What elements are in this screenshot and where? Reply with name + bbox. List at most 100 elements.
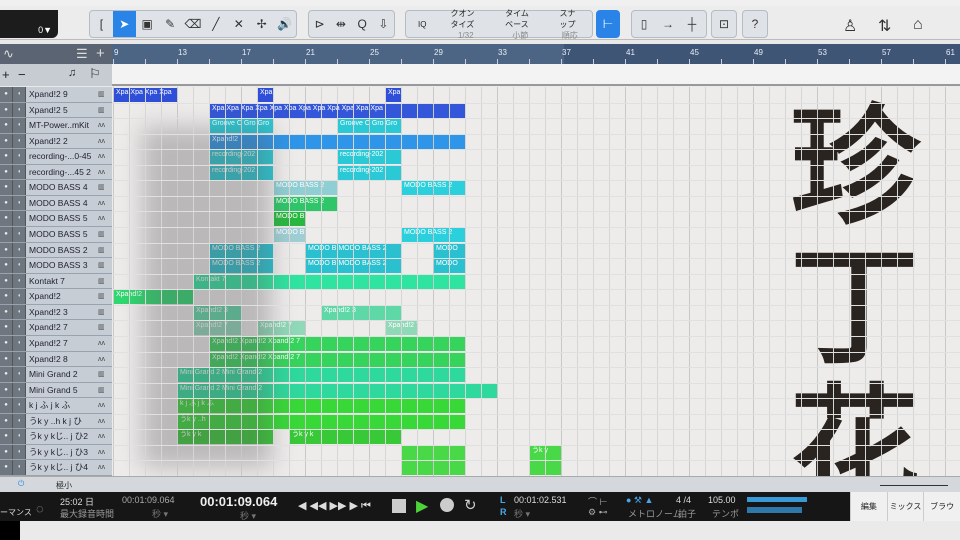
record-arm-button[interactable]: ● [0,258,13,273]
timebase-select[interactable]: タイムベース 小節 [493,8,547,41]
track-row[interactable]: ● ◖ recording-...0-45 ʌʌ [0,149,112,165]
monitor-button[interactable]: ◖ [13,195,26,211]
track-name[interactable]: recording-...45 2 [26,164,98,180]
monitor-button[interactable]: ◖ [13,382,26,398]
record-arm-button[interactable]: ● [0,149,13,164]
track-row[interactable]: ● ◖ MODO BASS 5 ʌʌ [0,211,112,228]
iq-button[interactable]: IQ [406,19,438,30]
snap-toggle[interactable]: ⊢ [596,10,620,38]
record-arm-button[interactable]: ● [0,118,13,133]
monitor-button[interactable]: ◖ [13,320,26,335]
monitor-button[interactable]: ◖ [13,335,26,351]
loop-button[interactable]: ↻ [464,496,477,514]
track-name[interactable]: Xpand!2 2 [26,133,98,149]
track-row[interactable]: ● ◖ うk y ..h k j ひ ʌʌ [0,413,112,430]
monitor-button[interactable]: ◖ [13,460,26,475]
record-arm-button[interactable]: ● [0,164,13,180]
track-row[interactable]: ● ◖ recording-...45 2 ʌʌ [0,164,112,181]
eraser-tool-icon[interactable]: ⌫ [182,11,205,37]
track-row[interactable]: ● ◖ Xpand!2 3 ▥ [0,304,112,321]
timeline-ruler[interactable]: 9 13 17 21 25 29 33 37 41 45 49 53 57 61 [112,44,960,64]
monitor-button[interactable]: ◖ [13,118,26,133]
record-arm-button[interactable]: ● [0,242,13,258]
quantize-select[interactable]: クオンタイズ 1/32 [438,8,493,41]
listen-tool-icon[interactable]: 🔊 [273,11,296,37]
record-arm-button[interactable]: ● [0,133,13,149]
record-arm-button[interactable]: ● [0,413,13,429]
snapshot-button[interactable]: ⊡ [711,10,737,38]
track-name[interactable]: Xpand!2 9 [26,87,98,102]
track-name[interactable]: Mini Grand 5 [26,382,98,398]
track-name[interactable]: recording-...0-45 [26,149,98,164]
quantize-icon[interactable]: Q [352,11,373,37]
monitor-button[interactable]: ◖ [13,413,26,429]
track-name[interactable]: Xpand!2 [26,289,98,304]
monitor-button[interactable]: ◖ [13,211,26,227]
track-row[interactable]: ● ◖ Xpand!2 8 ʌʌ [0,351,112,368]
track-name[interactable]: MT-Power..mKit [26,118,98,133]
mute-tool-icon[interactable]: ✕ [227,11,250,37]
track-name[interactable]: k j ふ j k ふ [26,398,98,413]
track-name[interactable]: Xpand!2 7 [26,320,98,335]
transient-icon[interactable]: ⊳ [309,11,330,37]
track-row[interactable]: ● ◖ うk y kじ.. j ひ4 ʌʌ [0,460,112,476]
monitor-button[interactable]: ◖ [13,429,26,444]
track-name[interactable]: MODO BASS 4 [26,195,98,211]
track-row[interactable]: ● ◖ Xpand!2 5 ▥ [0,102,112,119]
help-button[interactable]: ? [742,10,768,38]
bracket-tool[interactable]: [ [90,11,113,37]
main-time-display[interactable]: 00:01:09.064 [200,494,277,509]
monitor-button[interactable]: ◖ [13,180,26,195]
track-name[interactable]: うk y kじ.. j ひ2 [26,429,98,444]
user-icon[interactable]: ♙ [843,16,857,36]
track-name[interactable]: Kontakt 7 [26,273,98,289]
record-arm-button[interactable]: ● [0,444,13,460]
record-arm-button[interactable]: ● [0,211,13,227]
record-button[interactable] [440,498,454,512]
monitor-button[interactable]: ◖ [13,351,26,367]
track-row[interactable]: ● ◖ MODO BASS 4 ʌʌ [0,195,112,212]
monitor-button[interactable]: ◖ [13,444,26,460]
record-arm-button[interactable]: ● [0,195,13,211]
add-track-icon[interactable]: + [96,45,105,62]
stop-button[interactable] [392,499,406,513]
record-arm-button[interactable]: ● [0,460,13,475]
track-row[interactable]: ● ◖ MODO BASS 5 ▥ [0,227,112,243]
track-name[interactable]: うk y kじ.. j ひ4 [26,460,98,475]
track-name[interactable]: うk y ..h k j ひ [26,413,98,429]
track-row[interactable]: ● ◖ Kontakt 7 ▥ [0,273,112,290]
track-name[interactable]: Xpand!2 3 [26,304,98,320]
bend-tool-icon[interactable]: ✢ [250,11,273,37]
track-row[interactable]: ● ◖ Xpand!2 2 ʌʌ [0,133,112,150]
record-arm-button[interactable]: ● [0,320,13,335]
monitor-button[interactable]: ◖ [13,258,26,273]
note-icon[interactable]: ♫ [68,67,76,79]
track-row[interactable]: ● ◖ MT-Power..mKit ʌʌ [0,118,112,134]
autoscroll-icon[interactable]: ⇩ [373,11,394,37]
arrow-tool-icon[interactable]: ➤ [112,11,136,37]
monitor-button[interactable]: ◖ [13,289,26,304]
tab-edit[interactable]: 編集 [850,492,887,521]
flag-icon[interactable]: ⚐ [89,66,101,82]
track-row[interactable]: ● ◖ うk y kじ.. j ひ3 ʌʌ [0,444,112,461]
record-arm-button[interactable]: ● [0,335,13,351]
track-row[interactable]: ● ◖ Xpand!2 9 ▥ [0,87,112,103]
track-name[interactable]: Xpand!2 8 [26,351,98,367]
remove-marker-icon[interactable]: − [18,67,26,82]
track-row[interactable]: ● ◖ Mini Grand 2 ▥ [0,367,112,383]
event-clip[interactable]: Xpand!2 3 [321,305,401,320]
record-arm-button[interactable]: ● [0,351,13,367]
monitor-button[interactable]: ◖ [13,227,26,242]
power-icon[interactable]: ⏻ [18,479,24,489]
event-clip[interactable]: Xpa [385,88,401,102]
metronome-toggle[interactable]: ● ⚒ ▲ [626,495,653,506]
record-arm-button[interactable]: ● [0,367,13,382]
monitor-button[interactable]: ◖ [13,164,26,180]
zoom-slider[interactable] [880,485,948,486]
track-name[interactable]: Mini Grand 2 [26,367,98,382]
record-arm-button[interactable]: ● [0,102,13,118]
track-name[interactable]: MODO BASS 5 [26,227,98,242]
record-arm-button[interactable]: ● [0,273,13,289]
event-clip[interactable]: Xpa [257,88,273,102]
track-row[interactable]: ● ◖ k j ふ j k ふ ʌʌ [0,398,112,414]
